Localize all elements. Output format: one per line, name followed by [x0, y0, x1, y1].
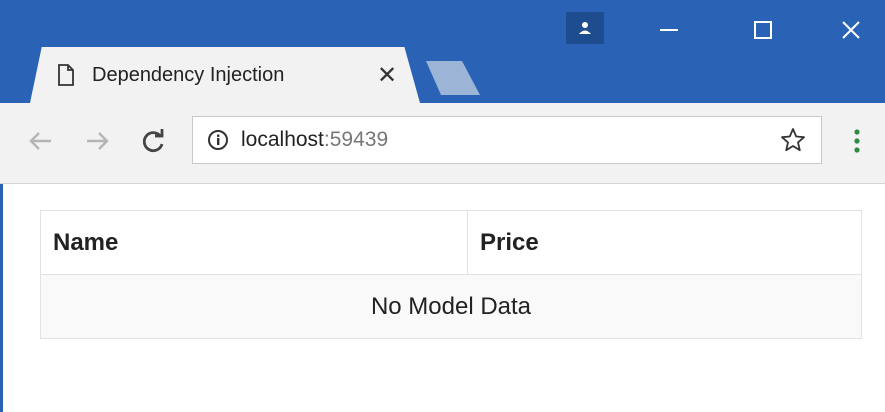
minimize-button[interactable] [644, 10, 694, 50]
address-bar[interactable]: localhost:59439 [192, 116, 822, 164]
url-port: :59439 [323, 128, 389, 151]
reload-button[interactable] [133, 121, 173, 161]
page-content: Name Price No Model Data [0, 184, 885, 412]
table-row: No Model Data [40, 274, 862, 339]
tab-close-icon[interactable]: ✕ [372, 60, 402, 90]
browser-toolbar: localhost:59439 [0, 103, 885, 184]
column-header-name: Name [40, 210, 468, 275]
new-tab-button[interactable] [426, 61, 480, 95]
active-tab[interactable]: Dependency Injection ✕ [52, 47, 402, 103]
table-header-row: Name Price [40, 210, 862, 275]
info-icon[interactable] [205, 127, 231, 153]
back-button[interactable] [20, 121, 60, 161]
menu-dots-icon[interactable] [842, 121, 872, 161]
url-text[interactable]: localhost:59439 [241, 128, 773, 152]
profile-icon[interactable] [566, 12, 604, 44]
window-border [0, 184, 3, 412]
forward-button[interactable] [78, 121, 118, 161]
close-window-button[interactable] [826, 10, 876, 50]
url-host: localhost [241, 128, 324, 151]
back-arrow-icon [29, 132, 51, 150]
tab-title: Dependency Injection [92, 63, 285, 86]
reload-icon [142, 129, 164, 153]
browser-window: Dependency Injection ✕ localhost:59439 N… [0, 0, 885, 412]
maximize-button[interactable] [738, 10, 788, 50]
forward-arrow-icon [87, 132, 109, 150]
document-icon [52, 61, 80, 89]
star-icon[interactable] [773, 120, 813, 160]
title-bar: Dependency Injection ✕ [0, 0, 885, 103]
products-table: Name Price No Model Data [40, 210, 862, 339]
empty-message: No Model Data [40, 274, 862, 339]
column-header-price: Price [467, 210, 862, 275]
